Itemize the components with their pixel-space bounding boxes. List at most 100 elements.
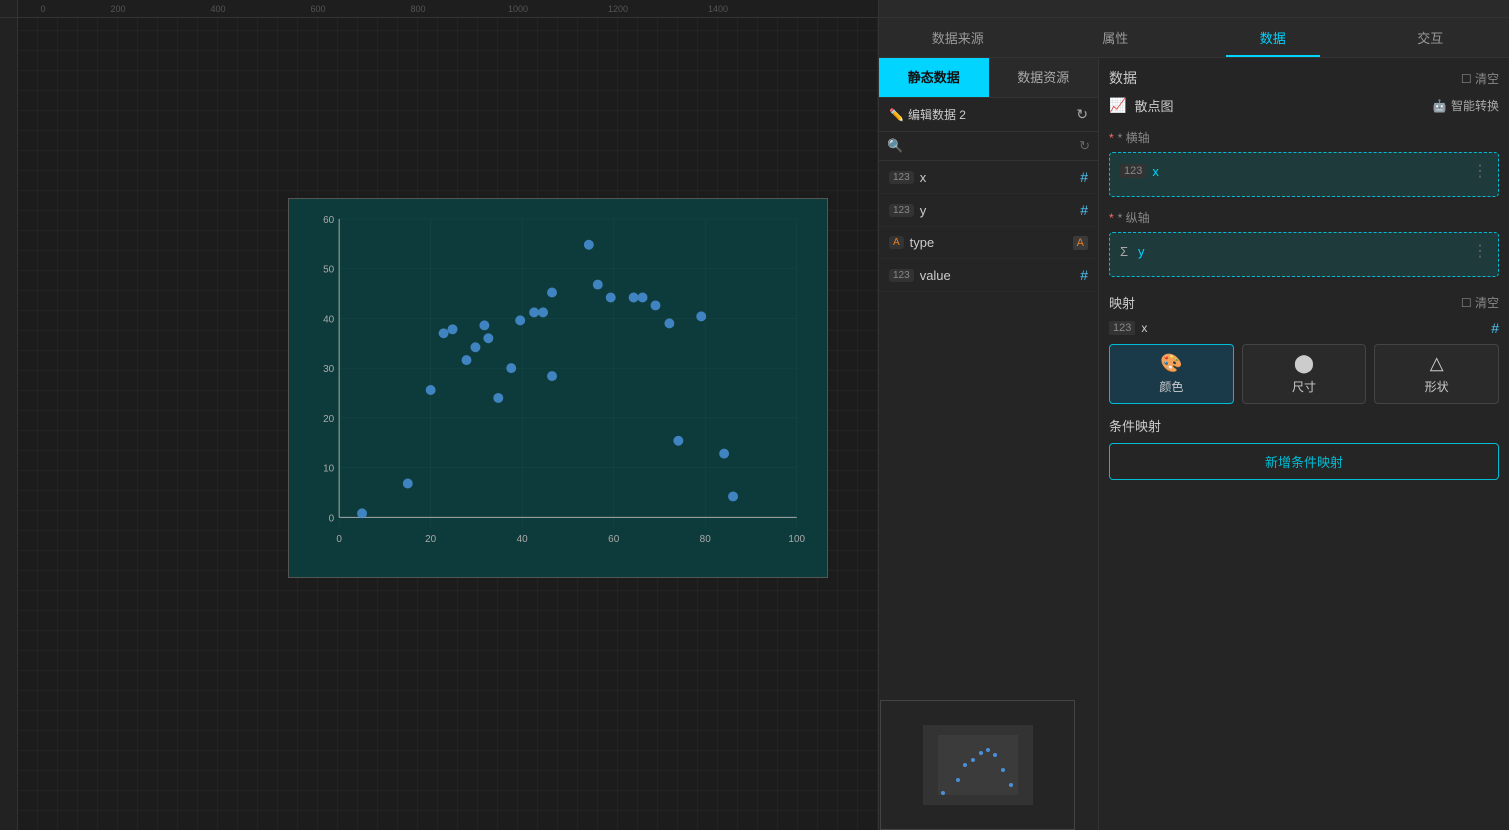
mapping-field-name: x: [1141, 321, 1485, 335]
color-icon: 🎨: [1160, 353, 1182, 374]
mini-chart: [923, 725, 1033, 805]
search-input[interactable]: [909, 139, 1073, 153]
x-field-more-button[interactable]: ⋮: [1472, 161, 1488, 181]
field-type-type: A: [889, 236, 904, 249]
field-item-value[interactable]: 123 value #: [879, 259, 1098, 292]
data-config-panel: 数据 ☐ 清空 📈 散点图 🤖 智能转换: [1099, 58, 1509, 830]
ruler-tick-6: 1200: [568, 4, 668, 14]
clear-mapping-icon: ☐: [1461, 296, 1472, 310]
ruler-tick-4: 800: [368, 4, 468, 14]
field-name-type: type: [910, 235, 935, 250]
x-field-type-icon: 123: [1120, 164, 1146, 178]
ruler-tick-0: 0: [18, 4, 68, 14]
clear-label: 清空: [1475, 72, 1499, 86]
field-item-y[interactable]: 123 y #: [879, 194, 1098, 227]
svg-text:50: 50: [323, 265, 335, 276]
svg-text:20: 20: [323, 414, 335, 425]
field-left-type: A type: [889, 235, 934, 250]
field-left-y: 123 y: [889, 203, 926, 218]
ruler-tick-5: 1000: [468, 4, 568, 14]
clear-mapping-button[interactable]: ☐ 清空: [1461, 294, 1499, 311]
field-left-value: 123 value: [889, 268, 951, 283]
field-type-y: 123: [889, 204, 914, 217]
tab-interact[interactable]: 交互: [1352, 18, 1509, 57]
ruler-tick-1: 200: [68, 4, 168, 14]
y-axis-title: * 纵轴: [1118, 209, 1150, 226]
tab-datasource[interactable]: 数据来源: [879, 18, 1037, 57]
svg-text:80: 80: [700, 534, 712, 545]
ruler-tick-3: 600: [268, 4, 368, 14]
x-field-name: x: [1152, 164, 1466, 179]
field-item-type[interactable]: A type A: [879, 227, 1098, 259]
top-tabs: 数据来源 属性 数据 交互: [879, 18, 1509, 58]
svg-text:0: 0: [329, 513, 335, 524]
color-label: 颜色: [1159, 378, 1183, 395]
tab-attributes[interactable]: 属性: [1037, 18, 1195, 57]
mapping-buttons: 🎨 颜色 ⬤ 尺寸 △ 形状: [1109, 344, 1499, 404]
y-axis-field: Σ y ⋮: [1120, 241, 1488, 261]
size-label: 尺寸: [1292, 378, 1316, 395]
data-resource-tab[interactable]: 数据资源: [989, 58, 1099, 97]
ruler-tick-7: 1400: [668, 4, 768, 14]
canvas-area: 0 10 20 30 40 50 60 0 20 40: [0, 18, 878, 830]
clear-data-button[interactable]: ☐ 清空: [1461, 70, 1499, 87]
ai-convert-button[interactable]: 🤖 智能转换: [1432, 97, 1499, 114]
tab-data[interactable]: 数据: [1194, 18, 1352, 57]
field-left: 123 x: [889, 170, 926, 185]
field-item-x[interactable]: 123 x #: [879, 161, 1098, 194]
mapping-section: 映射 ☐ 清空 123 x # �: [1109, 293, 1499, 404]
x-axis-title: * 横轴: [1118, 129, 1150, 146]
top-ruler: 0 200 400 600 800 1000 1200 1400: [18, 0, 878, 17]
svg-text:60: 60: [323, 215, 335, 226]
refresh-icon[interactable]: ↻: [1076, 106, 1088, 123]
field-type-x: 123: [889, 171, 914, 184]
ai-icon: 🤖: [1432, 99, 1447, 113]
field-name-y: y: [920, 203, 927, 218]
mapping-header: 映射 ☐ 清空: [1109, 293, 1499, 312]
search-refresh-icon[interactable]: ↻: [1079, 138, 1090, 154]
field-type-value: 123: [889, 269, 914, 282]
canvas-content: 0 10 20 30 40 50 60 0 20 40: [18, 18, 878, 830]
chart-widget[interactable]: 0 10 20 30 40 50 60 0 20 40: [288, 198, 828, 578]
svg-text:10: 10: [323, 464, 335, 475]
y-field-name: y: [1138, 244, 1466, 259]
ai-convert-label: 智能转换: [1451, 97, 1499, 114]
add-condition-button[interactable]: 新增条件映射: [1109, 443, 1499, 480]
y-axis-label: * * 纵轴: [1109, 209, 1499, 226]
shape-label: 形状: [1425, 378, 1449, 395]
sub-tabs: 静态数据 数据资源: [879, 58, 1098, 98]
chart-type-icon: 📈: [1109, 97, 1126, 114]
field-hash-y: #: [1080, 202, 1088, 218]
left-ruler: [0, 18, 18, 830]
mapping-shape-button[interactable]: △ 形状: [1374, 344, 1499, 404]
svg-text:40: 40: [517, 534, 529, 545]
mapping-field-row: 123 x #: [1109, 320, 1499, 336]
svg-text:0: 0: [336, 534, 342, 545]
y-field-more-button[interactable]: ⋮: [1472, 241, 1488, 261]
field-icon-type: A: [1073, 236, 1088, 250]
field-hash-x: #: [1080, 169, 1088, 185]
y-required-star: *: [1109, 211, 1114, 225]
mapping-hash-icon: #: [1491, 320, 1499, 336]
config-header: 数据 ☐ 清空: [1109, 68, 1499, 88]
x-axis-drop-zone[interactable]: 123 x ⋮: [1109, 152, 1499, 197]
x-axis-field: 123 x ⋮: [1120, 161, 1488, 181]
static-data-tab[interactable]: 静态数据: [879, 58, 989, 97]
x-axis-label: * * 横轴: [1109, 129, 1499, 146]
edit-data-label: 编辑数据 2: [908, 106, 966, 123]
y-axis-drop-zone[interactable]: Σ y ⋮: [1109, 232, 1499, 277]
edit-icon: ✏️: [889, 108, 904, 122]
field-name-value: value: [920, 268, 951, 283]
svg-text:20: 20: [425, 534, 437, 545]
svg-text:100: 100: [788, 534, 805, 545]
field-hash-value: #: [1080, 267, 1088, 283]
chart-type-name: 散点图: [1134, 96, 1424, 115]
mapping-color-button[interactable]: 🎨 颜色: [1109, 344, 1234, 404]
mapping-size-button[interactable]: ⬤ 尺寸: [1242, 344, 1367, 404]
svg-text:40: 40: [323, 314, 335, 325]
chart-inner: 0 10 20 30 40 50 60 0 20 40: [289, 199, 827, 577]
config-title: 数据: [1109, 68, 1137, 88]
edit-data-row: ✏️ 编辑数据 2 ↻: [879, 98, 1098, 132]
edit-data-button[interactable]: ✏️ 编辑数据 2: [889, 106, 966, 123]
svg-text:30: 30: [323, 364, 335, 375]
